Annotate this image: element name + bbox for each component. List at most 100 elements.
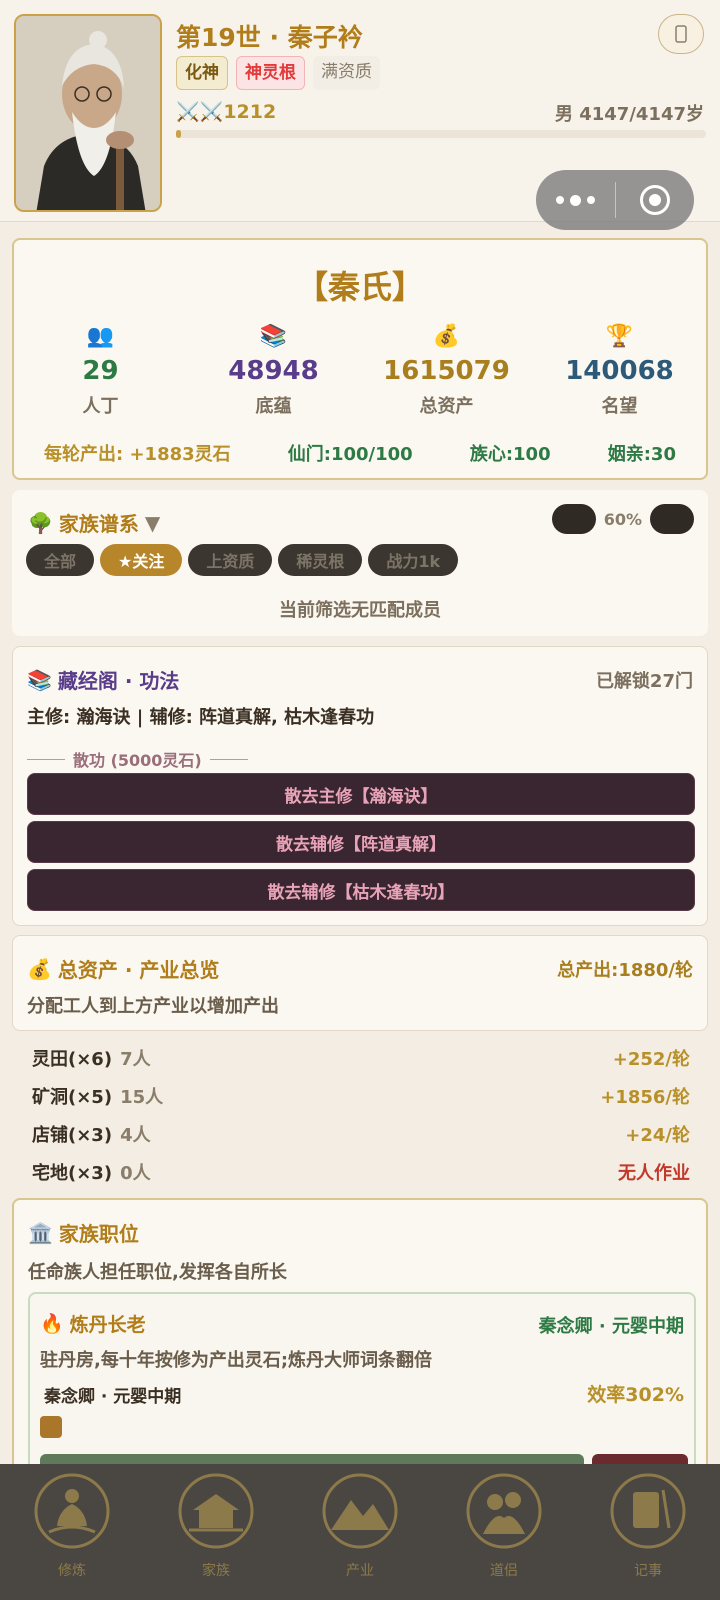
character-title: 第19世 · 秦子衿 <box>176 23 363 52</box>
menu-icon <box>675 25 687 43</box>
stat-label: 总资产 <box>419 396 474 417</box>
industry-row[interactable]: 宅地(×3) 0人 无人作业 <box>32 1154 690 1190</box>
stat-heritage: 📚 48948 底蕴 <box>187 322 360 418</box>
zoom-out-button[interactable] <box>551 504 596 534</box>
position-title: 🔥 炼丹长老 <box>40 1310 146 1337</box>
combat-power: ⚔️⚔️1212 <box>176 101 277 123</box>
industry-row[interactable]: 矿洞(×5) 15人 +1856/轮 <box>32 1078 690 1114</box>
dispel-sub-button-2[interactable]: 散去辅修【枯木逢春功】 <box>27 869 695 911</box>
stat-assets: 💰 1615079 总资产 <box>360 322 533 418</box>
clan-footer: 每轮产出: +1883灵石 仙门:100/100 族心:100 姻亲:30 <box>44 440 676 466</box>
divider-line <box>209 758 248 760</box>
unlocked-count: 已解锁27门 <box>595 671 693 692</box>
tab-label: 修炼 <box>58 1563 86 1579</box>
library-header: 📚 藏经阁 · 功法 <box>27 665 179 694</box>
clan-overview-card: 【秦氏】 👥 29 人丁 📚 48948 底蕴 💰 1615079 总资产 🏆 … <box>12 238 708 480</box>
tab-records[interactable]: 记事 <box>576 1464 720 1600</box>
industry-output: 无人作业 <box>618 1163 690 1184</box>
industry-row[interactable]: 灵田(×6) 7人 +252/轮 <box>32 1040 690 1076</box>
section-title: 总资产 · 产业总览 <box>57 958 220 982</box>
filter-high-aptitude[interactable]: 上资质 <box>188 544 273 576</box>
worker-count: 15人 <box>120 1087 164 1108</box>
industry-row[interactable]: 店铺(×3) 4人 +24/轮 <box>32 1116 690 1152</box>
aptitude-tag: 满资质 <box>313 56 380 90</box>
family-tree-card: 🌳 家族谱系 ▼ 60% 全部 ★关注 上资质 稀灵根 战力1k 当前筛选无匹配… <box>12 490 708 636</box>
assets-card: 💰 总资产 · 产业总览 总产出:1880/轮 分配工人到上方产业以增加产出 <box>12 935 708 1031</box>
position-alchemy-elder: 🔥 炼丹长老 秦念卿 · 元婴中期 驻丹房,每十年按修为产出灵石;炼丹大师词条翻… <box>28 1292 696 1494</box>
filter-rare-root[interactable]: 稀灵根 <box>278 544 363 576</box>
stat-label: 人丁 <box>82 396 119 417</box>
scroll-icon <box>610 1473 686 1549</box>
filter-chips: 全部 ★关注 上资质 稀灵根 战力1k <box>26 544 459 576</box>
money-bag-icon: 💰 <box>27 956 52 981</box>
trophy-icon: 🏆 <box>605 324 634 349</box>
library-card: 📚 藏经阁 · 功法 已解锁27门 主修: 瀚海诀 | 辅修: 阵道真解, 枯木… <box>12 646 708 926</box>
filter-followed[interactable]: ★关注 <box>100 544 183 576</box>
dispel-main-button[interactable]: 散去主修【瀚海诀】 <box>27 773 695 815</box>
books-icon: 📚 <box>27 667 52 692</box>
industry-output: +1856/轮 <box>600 1087 690 1108</box>
zoom-control: 60% <box>551 504 694 534</box>
stat-value: 48948 <box>228 356 319 386</box>
chevron-down-icon: ▼ <box>144 510 161 535</box>
character-tags: 化神 神灵根 满资质 <box>176 56 380 90</box>
money-bag-icon: 💰 <box>432 324 461 349</box>
dispel-divider: 散功 (5000灵石) <box>27 747 248 771</box>
dispel-sub-button-1[interactable]: 散去辅修【阵道真解】 <box>27 821 695 863</box>
zoom-in-button[interactable] <box>650 504 694 534</box>
elder-portrait-icon <box>16 16 160 210</box>
tree-icon: 🌳 <box>28 510 53 535</box>
empty-message: 当前筛选无匹配成员 <box>279 600 441 621</box>
menu-button[interactable] <box>658 14 704 54</box>
tab-label: 家族 <box>202 1563 230 1579</box>
clan-stats: 👥 29 人丁 📚 48948 底蕴 💰 1615079 总资产 🏆 14006… <box>14 322 706 418</box>
position-name: 炼丹长老 <box>69 1314 146 1336</box>
section-title: 家族职位 <box>58 1222 139 1246</box>
efficiency-slider[interactable] <box>40 1416 660 1438</box>
clan-loyalty: 族心:100 <box>469 444 551 465</box>
temple-icon: 🏛️ <box>28 1220 53 1245</box>
mountain-icon <box>322 1473 398 1549</box>
meditation-icon <box>34 1473 110 1549</box>
stat-fame: 🏆 140068 名望 <box>533 322 706 418</box>
section-title: 家族谱系 <box>58 512 139 536</box>
stat-value: 140068 <box>565 356 674 386</box>
books-icon: 📚 <box>259 324 288 349</box>
clan-name: 【秦氏】 <box>295 268 424 306</box>
marriage-ties: 姻亲:30 <box>607 444 676 465</box>
filter-all[interactable]: 全部 <box>26 544 95 576</box>
worker-count: 7人 <box>120 1049 151 1070</box>
zoom-level: 60% <box>603 509 642 529</box>
age-lifespan: 男 4147/4147岁 <box>554 104 704 125</box>
industry-output: +24/轮 <box>625 1125 690 1146</box>
target-icon[interactable] <box>616 185 695 215</box>
industry-name: 灵田(×6) <box>32 1049 113 1070</box>
tab-label: 道侣 <box>490 1563 518 1579</box>
round-output: 每轮产出: +1883灵石 <box>44 444 231 465</box>
family-tree-toggle[interactable]: 🌳 家族谱系 ▼ <box>28 508 160 537</box>
filter-power-1k[interactable]: 战力1k <box>368 544 459 576</box>
tab-industry[interactable]: 产业 <box>288 1464 432 1600</box>
tab-clan[interactable]: 家族 <box>144 1464 288 1600</box>
positions-hint: 任命族人担任职位,发挥各自所长 <box>28 1262 287 1283</box>
more-dots-icon[interactable] <box>536 194 615 206</box>
worker-count: 4人 <box>120 1125 151 1146</box>
slider-knob[interactable] <box>40 1416 62 1438</box>
assets-hint: 分配工人到上方产业以增加产出 <box>27 996 279 1017</box>
industry-name: 宅地(×3) <box>32 1163 113 1184</box>
divider-line <box>27 758 65 760</box>
tab-partner[interactable]: 道侣 <box>432 1464 576 1600</box>
stat-label: 名望 <box>601 396 638 417</box>
miniapp-capsule <box>536 170 694 230</box>
tab-cultivate[interactable]: 修炼 <box>0 1464 144 1600</box>
root-tag: 神灵根 <box>236 56 305 90</box>
positions-header: 🏛️ 家族职位 <box>28 1218 139 1247</box>
current-techniques: 主修: 瀚海诀 | 辅修: 阵道真解, 枯木逢春功 <box>27 707 375 728</box>
sect-status: 仙门:100/100 <box>287 444 413 465</box>
stat-label: 底蕴 <box>255 396 292 417</box>
assets-header: 💰 总资产 · 产业总览 <box>27 954 219 983</box>
assigned-member: 秦念卿 · 元婴中期 <box>44 1387 182 1407</box>
section-title: 藏经阁 · 功法 <box>57 669 180 693</box>
position-holder: 秦念卿 · 元婴中期 <box>538 1316 684 1337</box>
avatar[interactable] <box>14 14 162 212</box>
